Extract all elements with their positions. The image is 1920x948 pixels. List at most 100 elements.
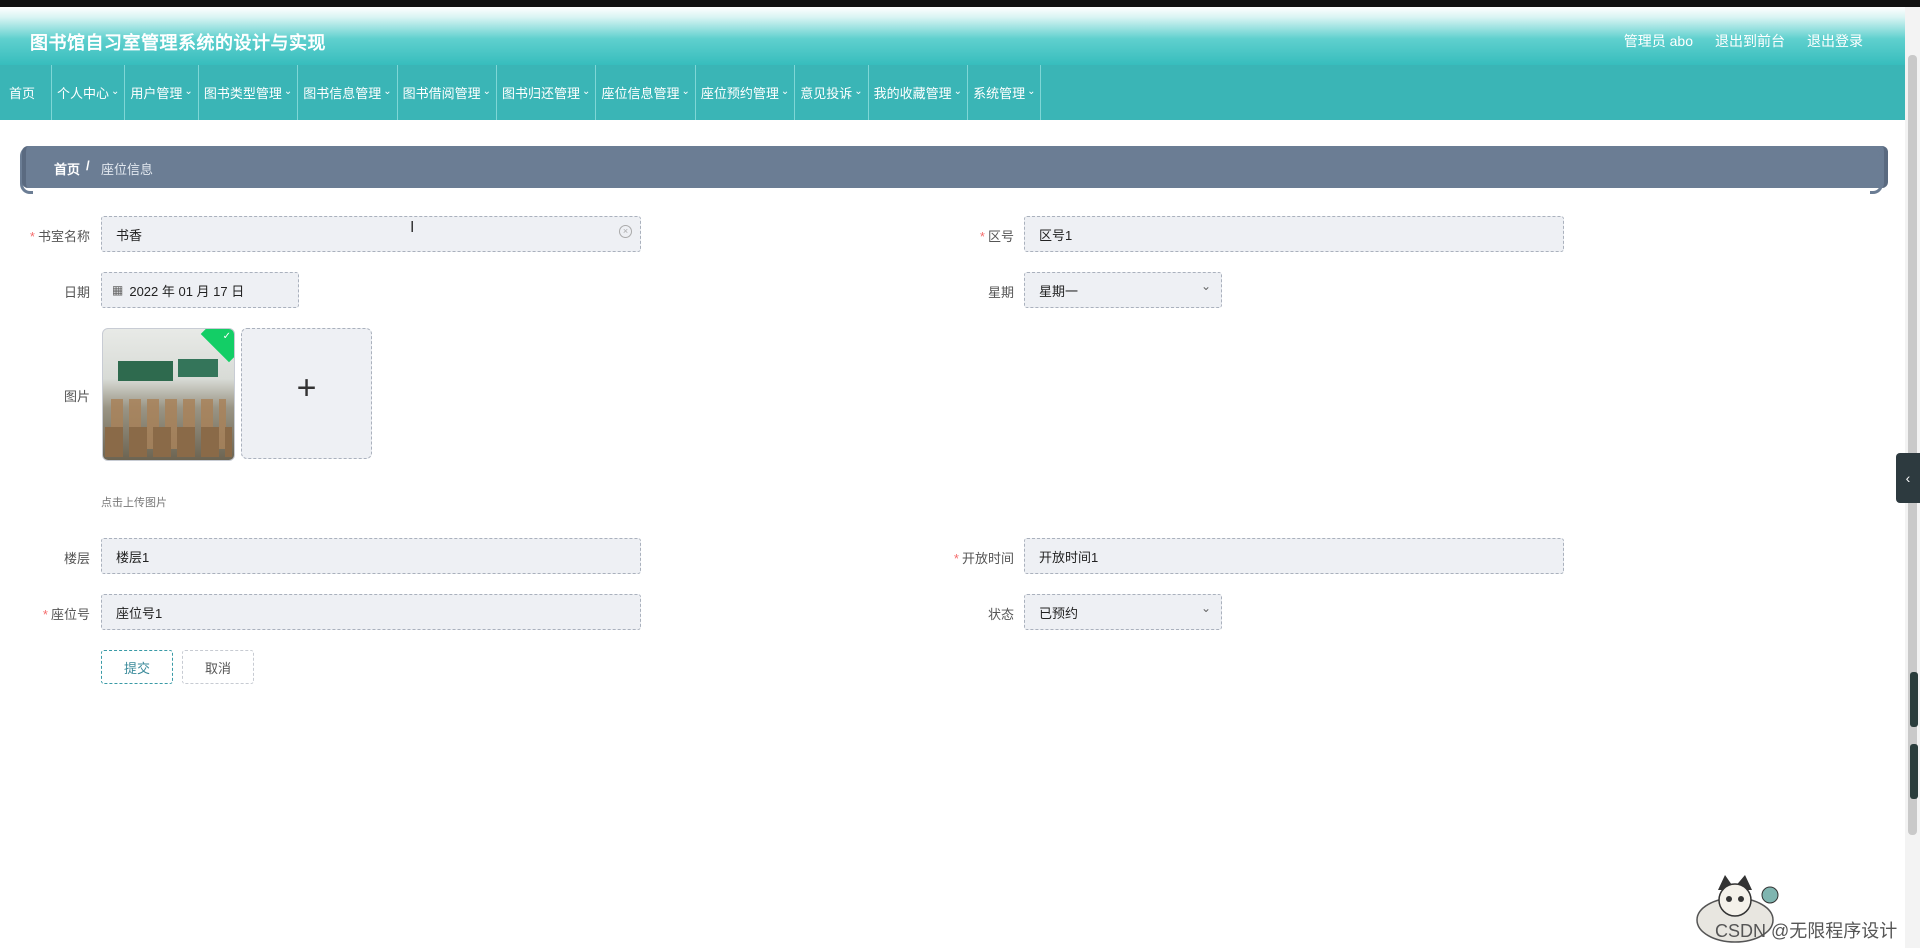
calendar-icon: ▦ xyxy=(112,283,124,297)
label-text: 书室名称 xyxy=(37,229,90,244)
nav-book-info-management[interactable]: 图书信息管理 ⌄ xyxy=(298,65,398,120)
main-nav: 首页 个人中心 ⌄ 用户管理 ⌄ 图书类型管理 ⌄ 图书信息管理 ⌄ 图书借阅管理 ⌄ 图… xyxy=(0,65,1905,120)
upload-hint: 点击上传图片 xyxy=(101,497,167,509)
floor-input[interactable]: 楼层1 xyxy=(101,538,641,574)
nav-seat-info-management[interactable]: 座位信息管理 ⌄ xyxy=(596,65,696,120)
exit-to-front-link[interactable]: 退出到前台 xyxy=(1715,31,1785,51)
nav-label: 图书借阅管理 xyxy=(402,86,481,101)
nav-label: 图书归还管理 xyxy=(502,86,581,101)
nav-complaints[interactable]: 意见投诉 ⌄ xyxy=(795,65,869,120)
image-content xyxy=(105,427,232,457)
nav-system-management[interactable]: 系统管理 ⌄ xyxy=(968,65,1042,120)
chevron-down-icon: ⌄ xyxy=(482,86,492,97)
label-text: 开放时间 xyxy=(961,551,1014,566)
floor-value: 楼层1 xyxy=(116,549,150,565)
nav-book-return-management[interactable]: 图书归还管理 ⌄ xyxy=(497,65,597,120)
nav-label: 用户管理 xyxy=(130,86,183,101)
seat-number-value: 座位号1 xyxy=(116,605,163,621)
status-value: 已预约 xyxy=(1039,605,1079,621)
nav-book-borrow-management[interactable]: 图书借阅管理 ⌄ xyxy=(398,65,498,120)
zone-value: 区号1 xyxy=(1039,227,1073,243)
chevron-down-icon: ⌄ xyxy=(953,86,963,97)
image-content xyxy=(178,359,218,377)
weekday-select[interactable]: 星期一 ⌄ xyxy=(1024,272,1222,308)
nav-label: 座位预约管理 xyxy=(700,86,779,101)
chevron-down-icon: ⌄ xyxy=(780,86,790,97)
chevron-down-icon: ⌄ xyxy=(1200,601,1211,615)
uploaded-image-thumbnail[interactable]: ✓ xyxy=(102,328,235,461)
window-top-border xyxy=(0,0,1920,7)
nav-label: 我的收藏管理 xyxy=(873,86,952,101)
nav-seat-booking-management[interactable]: 座位预约管理 ⌄ xyxy=(696,65,796,120)
seat-number-label: * 座位号 xyxy=(0,604,90,623)
chevron-down-icon: ⌄ xyxy=(681,86,690,97)
text-cursor-icon: I xyxy=(410,219,415,236)
chevron-down-icon: ⌄ xyxy=(1027,86,1036,97)
nav-label: 个人中心 xyxy=(57,86,110,101)
breadcrumb-home[interactable]: 首页 xyxy=(54,159,80,178)
nav-label: 系统管理 xyxy=(973,86,1026,101)
image-label: 图片 xyxy=(63,389,90,404)
side-widget-bar xyxy=(1910,672,1918,727)
app-header: 图书馆自习室管理系统的设计与实现 管理员 abo 退出到前台 退出登录 xyxy=(0,7,1905,65)
zone-label: * 区号 xyxy=(924,226,1014,245)
header-links: 管理员 abo 退出到前台 退出登录 xyxy=(1624,31,1863,51)
side-widget-bar xyxy=(1910,744,1918,799)
chevron-left-icon: ‹ xyxy=(1905,470,1911,486)
nav-label: 座位信息管理 xyxy=(601,86,680,101)
nav-book-type-management[interactable]: 图书类型管理 ⌄ xyxy=(199,65,299,120)
open-time-value: 开放时间1 xyxy=(1039,549,1099,565)
nav-personal-center[interactable]: 个人中心 ⌄ xyxy=(52,65,126,120)
nav-home[interactable]: 首页 xyxy=(0,65,52,120)
nav-label: 意见投诉 xyxy=(800,86,853,101)
label-text: 座位号 xyxy=(50,607,90,622)
label-text: 区号 xyxy=(987,229,1014,244)
chevron-down-icon: ⌄ xyxy=(582,86,591,97)
date-value: 2022 年 01 月 17 日 xyxy=(129,283,245,299)
seat-number-input[interactable]: 座位号1 xyxy=(101,594,641,630)
collapse-panel-button[interactable]: ‹ xyxy=(1896,453,1920,503)
required-mark: * xyxy=(29,229,35,244)
study-room-value: 书香 xyxy=(116,227,143,243)
nav-user-management[interactable]: 用户管理 ⌄ xyxy=(125,65,199,120)
clear-icon[interactable]: × xyxy=(619,225,632,238)
upload-image-button[interactable]: + xyxy=(241,328,372,459)
chevron-down-icon: ⌄ xyxy=(1200,279,1211,293)
plus-icon: + xyxy=(296,369,317,407)
admin-user-label: 管理员 abo xyxy=(1623,33,1693,49)
date-picker[interactable]: ▦ 2022 年 01 月 17 日 xyxy=(101,272,299,308)
status-select[interactable]: 已预约 ⌄ xyxy=(1024,594,1222,630)
nav-label: 图书类型管理 xyxy=(203,86,282,101)
breadcrumb-current: 座位信息 xyxy=(101,162,154,177)
app-title: 图书馆自习室管理系统的设计与实现 xyxy=(30,33,326,53)
weekday-value: 星期一 xyxy=(1039,283,1079,299)
floor-label: 楼层 xyxy=(63,551,90,566)
chevron-down-icon: ⌄ xyxy=(184,86,193,97)
logout-link[interactable]: 退出登录 xyxy=(1807,31,1863,51)
cancel-button[interactable]: 取消 xyxy=(182,650,254,684)
breadcrumb-separator: / xyxy=(86,158,90,173)
chevron-down-icon: ⌄ xyxy=(283,86,293,97)
study-room-input[interactable]: 书香 × xyxy=(101,216,641,252)
open-time-label: * 开放时间 xyxy=(924,548,1014,567)
chevron-down-icon: ⌄ xyxy=(854,86,863,97)
watermark: CSDN @无限程序设计 xyxy=(1715,921,1898,941)
submit-button[interactable]: 提交 xyxy=(101,650,173,684)
chevron-down-icon: ⌄ xyxy=(383,86,392,97)
chevron-down-icon: ⌄ xyxy=(111,86,120,97)
weekday-label: 星期 xyxy=(987,285,1014,300)
status-label: 状态 xyxy=(987,607,1014,622)
image-content xyxy=(118,361,173,381)
nav-favorites-management[interactable]: 我的收藏管理 ⌄ xyxy=(869,65,969,120)
zone-input[interactable]: 区号1 xyxy=(1024,216,1564,252)
nav-label: 图书信息管理 xyxy=(303,86,382,101)
side-widget xyxy=(1910,672,1918,802)
check-icon: ✓ xyxy=(222,331,231,342)
required-mark: * xyxy=(953,551,959,566)
date-label: 日期 xyxy=(63,285,90,300)
required-mark: * xyxy=(42,607,48,622)
breadcrumb: 首页 / 座位信息 xyxy=(22,146,1888,188)
breadcrumb-right-cap xyxy=(1870,146,1883,194)
open-time-input[interactable]: 开放时间1 xyxy=(1024,538,1564,574)
study-room-label: * 书室名称 xyxy=(0,226,90,245)
